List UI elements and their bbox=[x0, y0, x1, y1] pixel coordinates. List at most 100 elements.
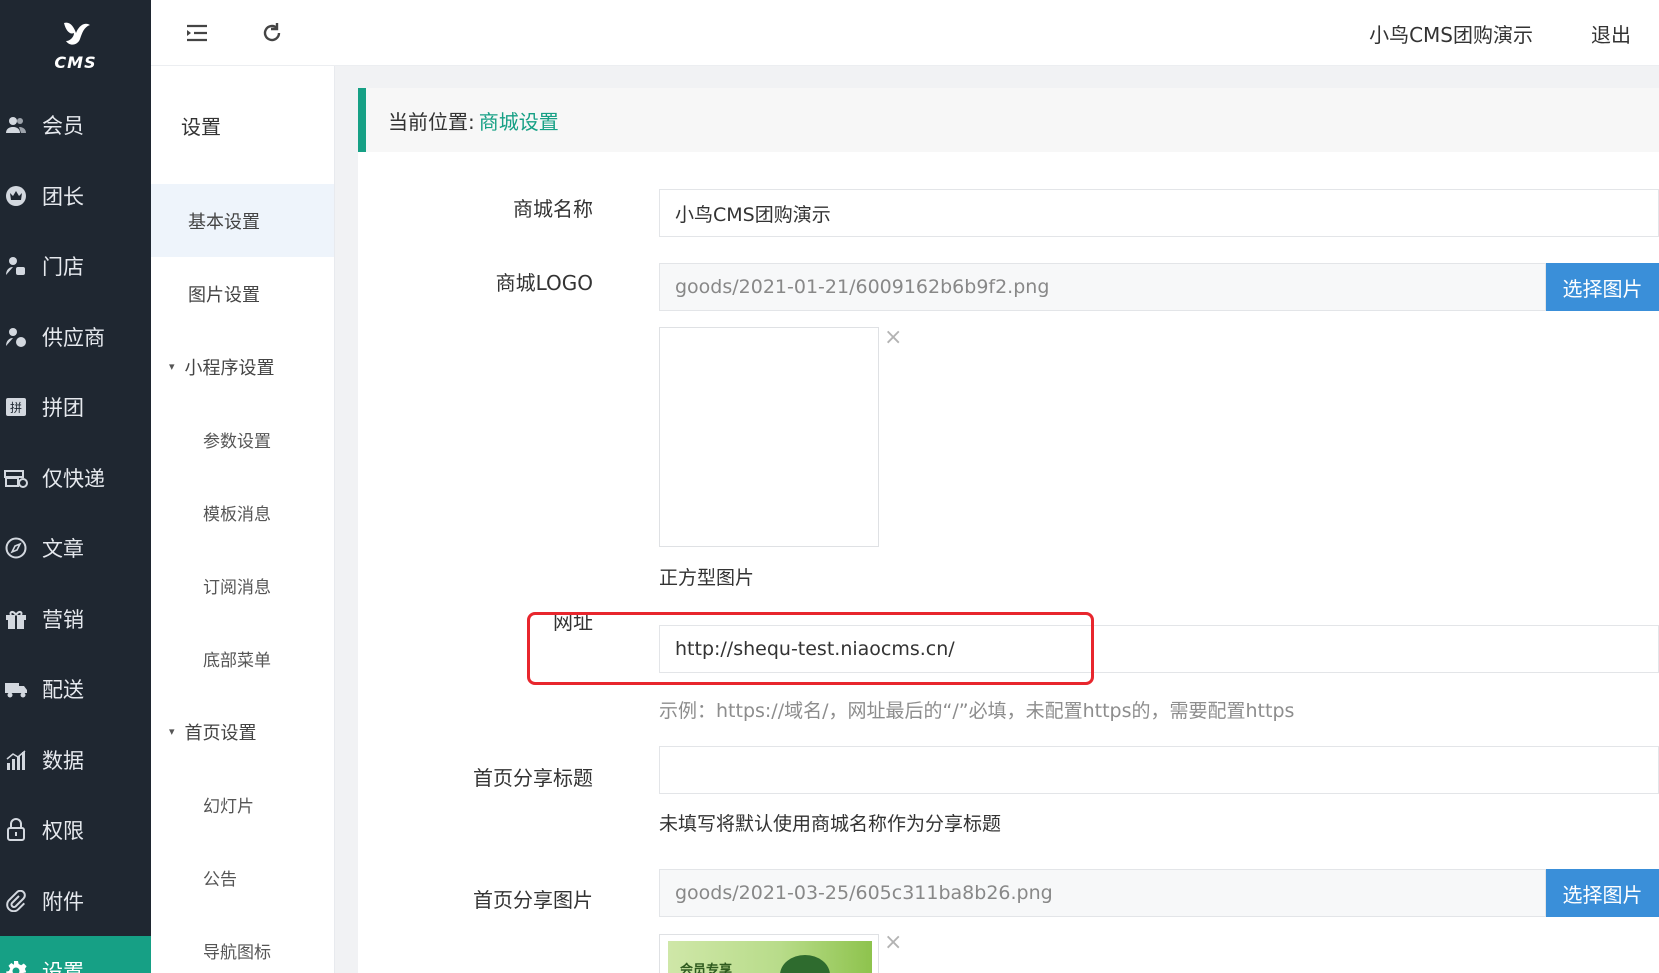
breadcrumb: 当前位置: 商城设置 bbox=[358, 88, 1659, 152]
share-image-label: 首页分享图片 bbox=[473, 888, 593, 912]
logo-remove-icon[interactable]: × bbox=[884, 325, 902, 350]
url-highlight-box bbox=[527, 612, 1094, 685]
sidebar-item-label: 权限 bbox=[42, 819, 84, 844]
submenu-item-2[interactable]: ▾ 小程序设置 bbox=[151, 330, 334, 403]
svg-text:拼: 拼 bbox=[10, 401, 22, 415]
compass-icon bbox=[4, 536, 28, 560]
submenu-item-8[interactable]: 幻灯片 bbox=[151, 768, 334, 841]
submenu-item-6[interactable]: 底部菜单 bbox=[151, 622, 334, 695]
logo-hint: 正方型图片 bbox=[659, 567, 755, 589]
submenu-title: 设置 bbox=[181, 114, 221, 139]
main-panel: 当前位置: 商城设置 商城名称 小鸟CMS团购演示 商城LOGO goods/2… bbox=[358, 88, 1659, 973]
sidebar-item-1[interactable]: 团长 bbox=[0, 161, 151, 232]
logo-select-image-button[interactable]: 选择图片 bbox=[1546, 263, 1659, 311]
submenu-item-label: 幻灯片 bbox=[203, 797, 254, 817]
sidebar-item-2[interactable]: 门店 bbox=[0, 231, 151, 302]
sidebar-item-label: 设置 bbox=[42, 960, 84, 973]
share-image-preview: 会员专享 bbox=[659, 934, 879, 973]
express-icon bbox=[4, 466, 28, 490]
sidebar-item-label: 附件 bbox=[42, 889, 84, 914]
sidebar-item-3[interactable]: 供应商 bbox=[0, 302, 151, 373]
submenu-item-label: 参数设置 bbox=[203, 432, 271, 452]
group-buy-icon: 拼 bbox=[4, 395, 28, 419]
sidebar-item-4[interactable]: 拼 拼团 bbox=[0, 372, 151, 443]
gift-icon bbox=[4, 607, 28, 631]
submenu-item-label: 订阅消息 bbox=[203, 578, 271, 598]
sidebar-item-6[interactable]: 文章 bbox=[0, 513, 151, 584]
submenu-item-9[interactable]: 公告 bbox=[151, 841, 334, 914]
sidebar-item-label: 配送 bbox=[42, 678, 84, 703]
topbar-right: 小鸟CMS团购演示 退出 bbox=[1369, 0, 1631, 66]
bird-logo-icon bbox=[56, 19, 96, 55]
menu-collapse-icon[interactable] bbox=[182, 18, 212, 48]
logout-link[interactable]: 退出 bbox=[1591, 19, 1631, 48]
caret-down-icon: ▾ bbox=[169, 360, 175, 373]
share-title-hint: 未填写将默认使用商城名称作为分享标题 bbox=[659, 813, 1002, 835]
sidebar-item-7[interactable]: 营销 bbox=[0, 584, 151, 655]
submenu-item-10[interactable]: 导航图标 bbox=[151, 914, 334, 973]
sidebar-item-label: 营销 bbox=[42, 607, 84, 632]
submenu-item-4[interactable]: 模板消息 bbox=[151, 476, 334, 549]
crown-icon bbox=[4, 184, 28, 208]
shop-name-link[interactable]: 小鸟CMS团购演示 bbox=[1369, 19, 1533, 48]
users-icon bbox=[4, 113, 28, 137]
settings-submenu: 设置 基本设置 图片设置 ▾ 小程序设置 参数设置 模板消息 订阅消息 底部菜单 ▾ 首页设置 幻灯… bbox=[151, 66, 335, 973]
sidebar-item-12[interactable]: 设置 bbox=[0, 936, 151, 973]
bar-chart-icon bbox=[4, 748, 28, 772]
share-image-thumb-text: 会员专享 bbox=[680, 963, 733, 973]
app-logo[interactable]: CMS bbox=[0, 0, 151, 90]
refresh-icon[interactable] bbox=[257, 18, 287, 48]
sidebar-nav: 会员团长门店供应商拼 拼团仅快递文章营销配送数据权限附件设置 bbox=[0, 90, 151, 973]
store-user-icon bbox=[4, 254, 28, 278]
sidebar-item-10[interactable]: 权限 bbox=[0, 795, 151, 866]
shop-name-input[interactable]: 小鸟CMS团购演示 bbox=[659, 189, 1659, 237]
submenu-list: 基本设置 图片设置 ▾ 小程序设置 参数设置 模板消息 订阅消息 底部菜单 ▾ 首页设置 幻灯片 公告… bbox=[151, 184, 334, 973]
submenu-item-label: 基本设置 bbox=[188, 211, 260, 233]
share-image-graphic bbox=[780, 955, 830, 973]
sidebar-item-label: 门店 bbox=[42, 255, 84, 280]
submenu-item-label: 小程序设置 bbox=[184, 357, 275, 379]
shop-name-label: 商城名称 bbox=[513, 197, 593, 221]
sidebar-item-8[interactable]: 配送 bbox=[0, 654, 151, 725]
top-bar: 小鸟CMS团购演示 退出 bbox=[151, 0, 1659, 66]
sidebar-item-label: 团长 bbox=[42, 184, 84, 209]
breadcrumb-current[interactable]: 商城设置 bbox=[479, 106, 559, 135]
submenu-item-label: 模板消息 bbox=[203, 505, 271, 525]
sidebar-item-label: 数据 bbox=[42, 748, 84, 773]
submenu-item-1[interactable]: 图片设置 bbox=[151, 257, 334, 330]
submenu-item-label: 首页设置 bbox=[184, 722, 257, 744]
logo-label: 商城LOGO bbox=[495, 271, 593, 295]
logo-path-input[interactable]: goods/2021-01-21/6009162b6b9f2.png bbox=[659, 263, 1546, 311]
sidebar-item-label: 供应商 bbox=[42, 325, 105, 350]
supplier-icon bbox=[4, 325, 28, 349]
submenu-item-label: 图片设置 bbox=[188, 284, 260, 306]
logo-text: CMS bbox=[54, 52, 97, 72]
share-title-label: 首页分享标题 bbox=[473, 766, 593, 790]
submenu-item-7[interactable]: ▾ 首页设置 bbox=[151, 695, 334, 768]
breadcrumb-prefix: 当前位置: bbox=[388, 109, 475, 134]
sidebar-item-5[interactable]: 仅快递 bbox=[0, 443, 151, 514]
main-sidebar: CMS 会员团长门店供应商拼 拼团仅快递文章营销配送数据权限附件设置 bbox=[0, 0, 151, 973]
sidebar-item-label: 会员 bbox=[42, 114, 84, 139]
submenu-item-label: 公告 bbox=[203, 870, 237, 890]
submenu-item-label: 底部菜单 bbox=[203, 651, 271, 671]
sidebar-item-9[interactable]: 数据 bbox=[0, 725, 151, 796]
share-image-path-input[interactable]: goods/2021-03-25/605c311ba8b26.png bbox=[659, 869, 1546, 917]
sidebar-item-label: 拼团 bbox=[42, 396, 84, 421]
sidebar-item-0[interactable]: 会员 bbox=[0, 90, 151, 161]
sidebar-item-label: 仅快递 bbox=[42, 466, 105, 491]
gear-icon bbox=[4, 959, 28, 973]
lock-icon bbox=[4, 818, 28, 842]
sidebar-item-label: 文章 bbox=[42, 537, 84, 562]
share-image-remove-icon[interactable]: × bbox=[884, 930, 902, 955]
share-image-select-button[interactable]: 选择图片 bbox=[1546, 869, 1659, 917]
truck-icon bbox=[4, 677, 28, 701]
submenu-item-0[interactable]: 基本设置 bbox=[151, 184, 334, 257]
sidebar-item-11[interactable]: 附件 bbox=[0, 866, 151, 937]
submenu-item-5[interactable]: 订阅消息 bbox=[151, 549, 334, 622]
share-image-thumbnail: 会员专享 bbox=[668, 941, 872, 973]
submenu-item-3[interactable]: 参数设置 bbox=[151, 403, 334, 476]
paperclip-icon bbox=[4, 889, 28, 913]
url-hint: 示例：https://域名/，网址最后的“/”必填，未配置https的，需要配置… bbox=[659, 700, 1295, 722]
share-title-input[interactable] bbox=[659, 746, 1659, 794]
